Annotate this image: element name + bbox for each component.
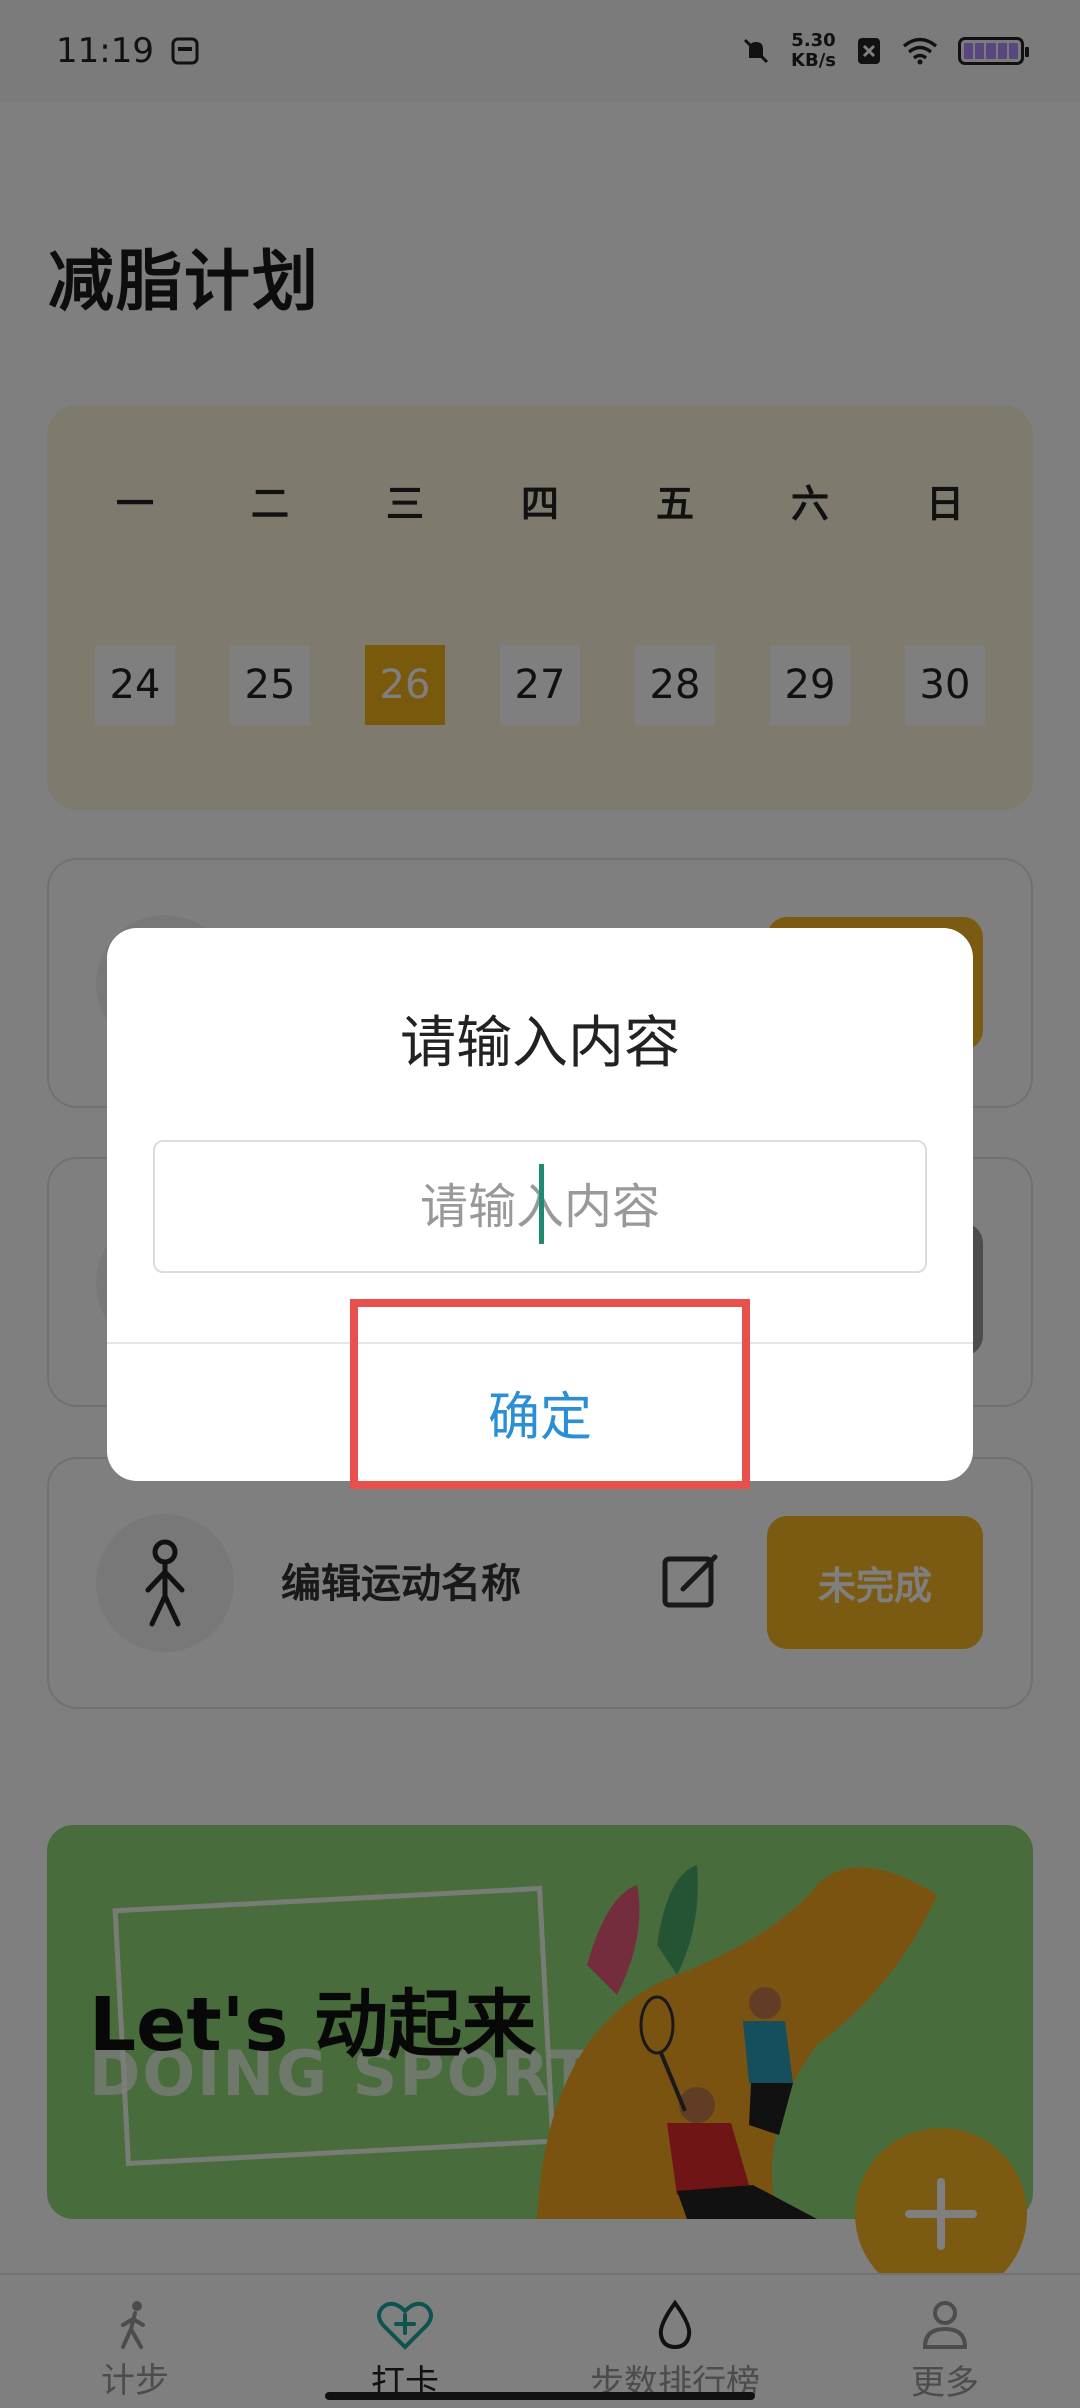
text-caret (539, 1164, 544, 1244)
dialog-title: 请输入内容 (400, 1011, 680, 1076)
highlight-box (350, 1299, 750, 1489)
